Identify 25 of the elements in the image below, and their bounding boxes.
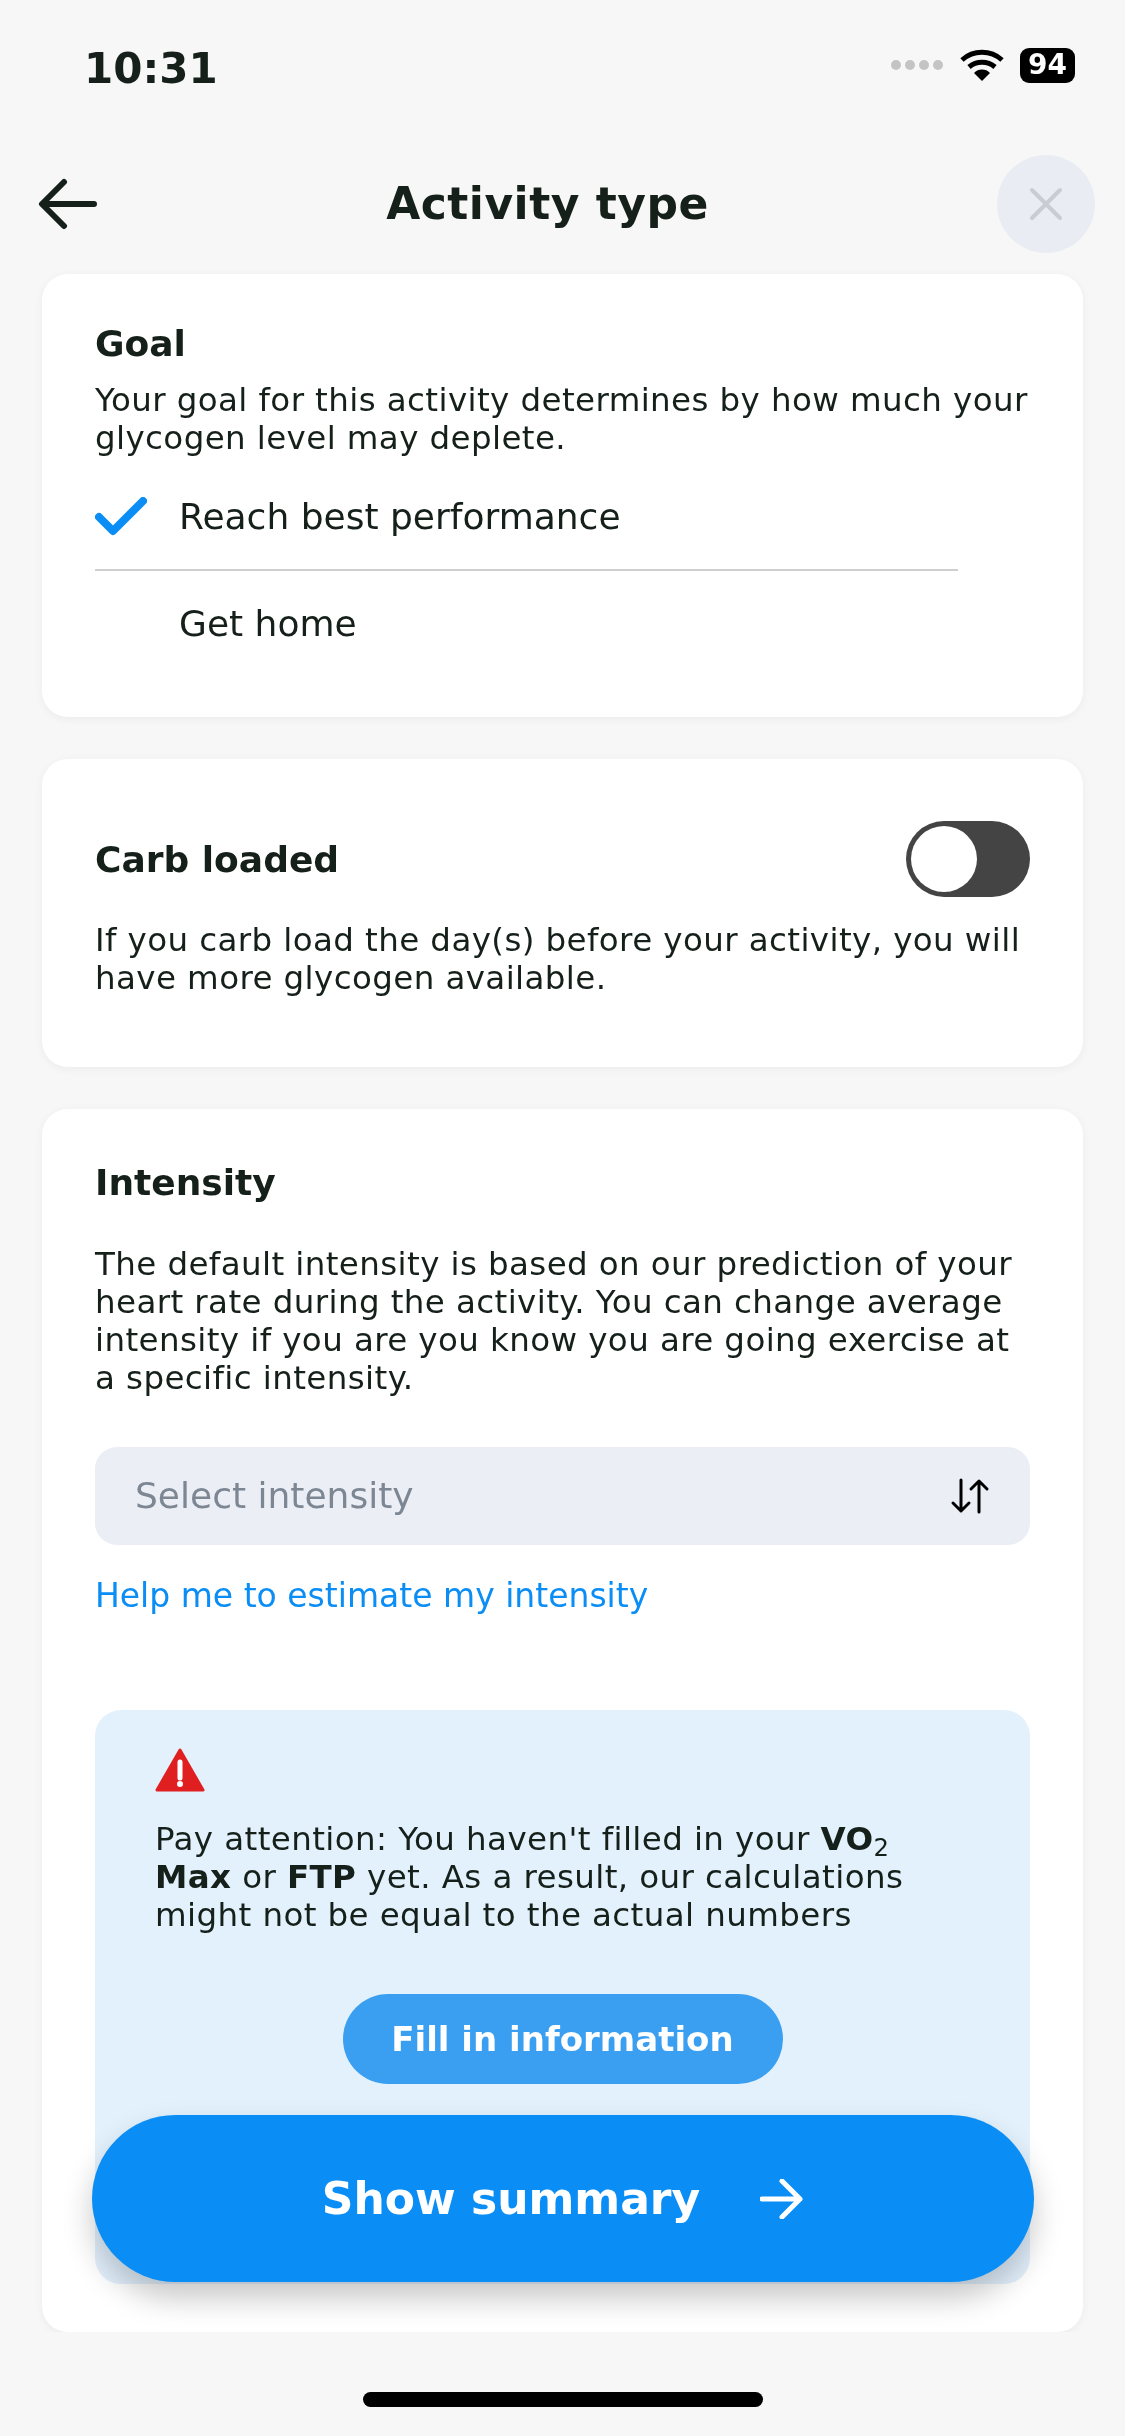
sort-icon: [950, 1477, 990, 1514]
battery-level: 94: [1020, 48, 1075, 83]
check-icon: [95, 497, 147, 538]
warning-text: Pay attention: You haven't filled in your VO$_{2}$ Max or FTP yet. As a result, our calculations might not be equal to the actual numbers: [155, 1820, 905, 1934]
close-icon: [1029, 186, 1063, 221]
goal-option[interactable]: Get home: [95, 571, 1030, 678]
signal-icon: [890, 59, 945, 72]
card-title: Intensity: [95, 1161, 277, 1205]
card-title: Goal: [95, 322, 187, 366]
card-description: Your goal for this activity determines by how much your glycogen level may deplete.: [95, 381, 1029, 458]
warning-icon: [155, 1748, 205, 1792]
back-button[interactable]: [38, 177, 98, 230]
card-description: If you carb load the day(s) before your activity, you will have more glycogen available.: [95, 921, 1022, 998]
card-title: Carb loaded: [95, 837, 340, 881]
card-description: The default intensity is based on our prediction of your heart rate during the activity. You can change average intensity if you are you know you are going exercise at a specific intensity.: [95, 1244, 1013, 1397]
page-title: Activity type: [386, 176, 709, 231]
help-link[interactable]: Help me to estimate my intensity: [95, 1570, 649, 1620]
goal-option[interactable]: Reach best performance: [95, 465, 958, 572]
show-summary-button[interactable]: Show summary: [92, 2115, 1034, 2282]
fill-in-button[interactable]: Fill in information: [342, 1994, 783, 2084]
select-field[interactable]: Select intensity: [95, 1446, 1030, 1545]
arrow-icon: [760, 2178, 805, 2219]
status-time: 10:31: [84, 48, 218, 90]
back-arrow-icon: [38, 177, 98, 230]
wifi-icon: [960, 48, 1005, 83]
